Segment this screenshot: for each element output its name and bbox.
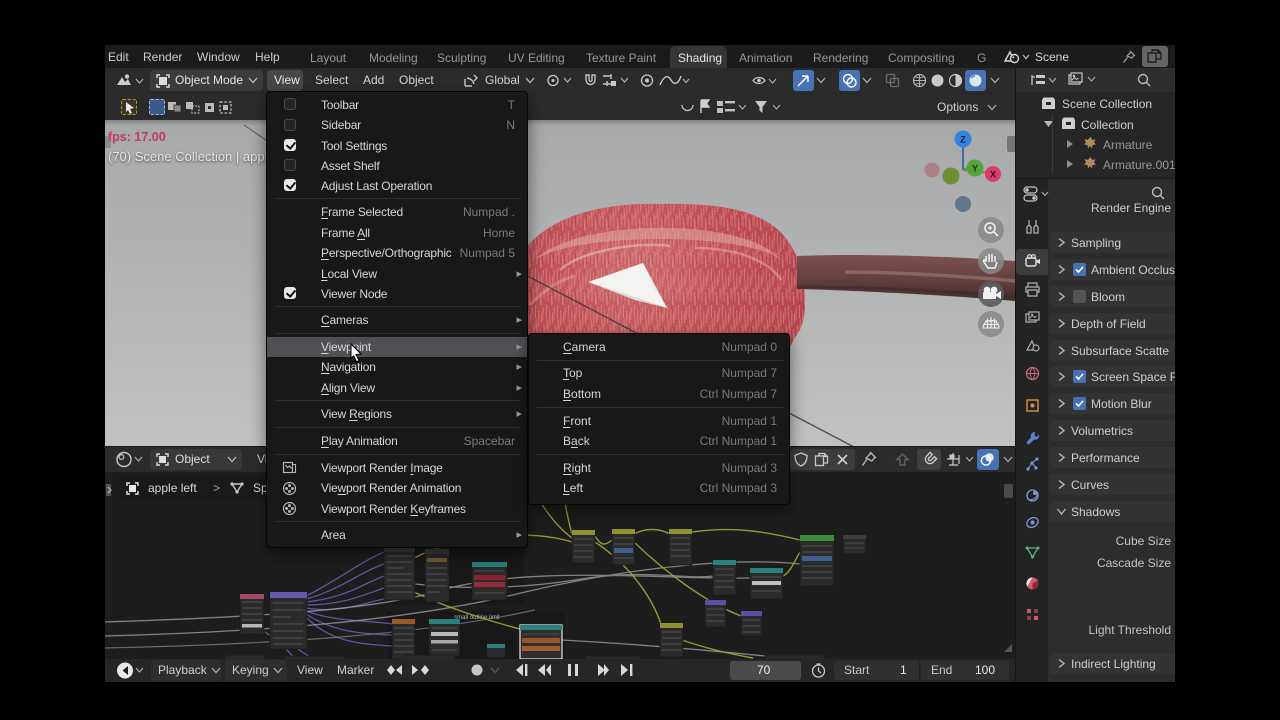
- svg-text:Y: Y: [972, 164, 978, 174]
- svg-text:Z: Z: [960, 135, 966, 145]
- svg-text:X: X: [990, 170, 996, 180]
